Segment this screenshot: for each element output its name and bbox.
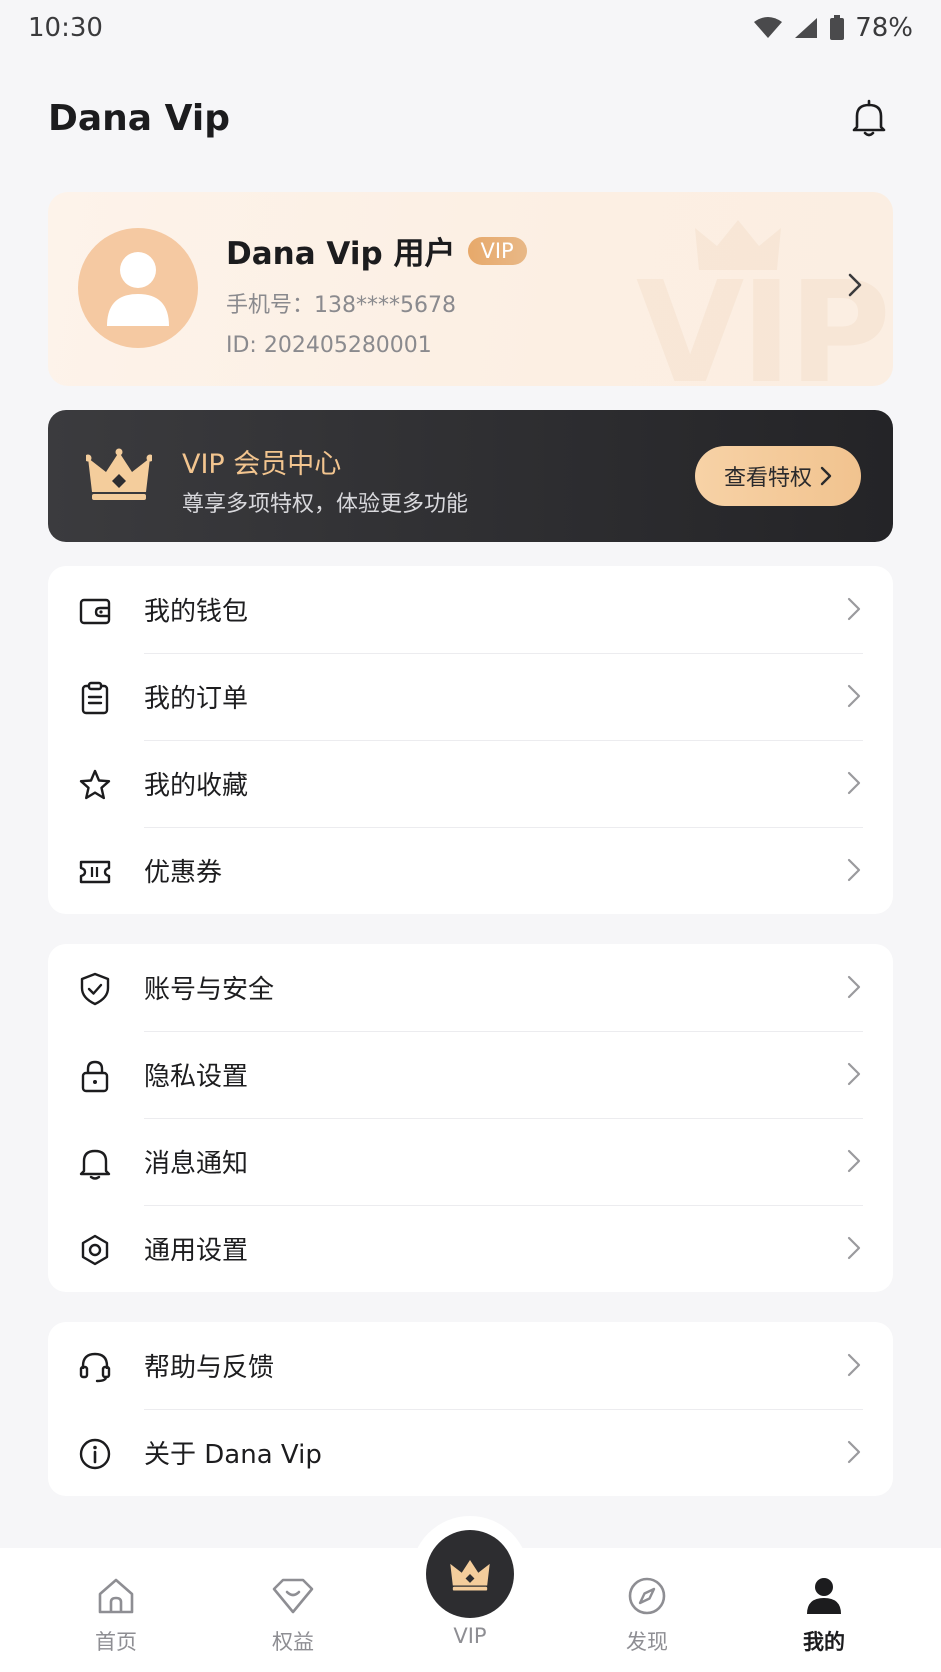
info-icon xyxy=(79,1438,111,1470)
battery-level: 78% xyxy=(855,13,913,43)
shield-icon xyxy=(80,972,110,1006)
chevron-right-icon xyxy=(847,1062,861,1086)
chevron-right-icon xyxy=(848,273,862,297)
chevron-right-icon xyxy=(847,1236,861,1260)
notification-button[interactable] xyxy=(845,94,893,142)
vip-banner-subtitle: 尊享多项特权，体验更多功能 xyxy=(182,492,469,517)
vip-badge: VIP xyxy=(467,236,527,265)
status-icons: 78% xyxy=(753,13,913,43)
gear-icon xyxy=(81,1234,109,1266)
crown-icon xyxy=(86,448,152,500)
lock-icon xyxy=(81,1060,109,1093)
tab-label-mine: 我的 xyxy=(803,1630,845,1654)
profile-name-row: Dana Vip 用户 VIP xyxy=(226,228,527,273)
view-privileges-button[interactable]: 查看特权 xyxy=(695,446,861,506)
compass-icon xyxy=(628,1577,666,1615)
signal-icon xyxy=(795,18,818,38)
menu-item-about[interactable]: 关于 Dana Vip xyxy=(48,1409,893,1496)
chevron-right-icon xyxy=(847,975,861,999)
menu-label-privacy: 隐私设置 xyxy=(144,1062,249,1092)
chevron-right-icon xyxy=(847,771,861,795)
menu-label-favorites: 我的收藏 xyxy=(144,771,249,801)
menu-label-account-security: 账号与安全 xyxy=(144,975,275,1005)
menu-item-coupons[interactable]: 优惠券 xyxy=(48,827,893,914)
menu-item-wallet[interactable]: 我的钱包 xyxy=(48,566,893,653)
menu-group-account: 我的钱包 我的订单 我的收藏 优惠券 xyxy=(48,566,893,914)
menu-item-account-security[interactable]: 账号与安全 xyxy=(48,944,893,1031)
chevron-right-icon xyxy=(847,858,861,882)
chevron-right-icon xyxy=(847,597,861,621)
battery-icon xyxy=(830,15,845,40)
bell-icon xyxy=(79,1149,111,1180)
wifi-icon xyxy=(754,17,783,38)
menu-label-wallet: 我的钱包 xyxy=(144,597,249,627)
chevron-right-icon xyxy=(847,1353,861,1377)
person-icon xyxy=(807,1578,841,1614)
chevron-right-icon xyxy=(820,466,832,486)
vip-banner[interactable]: VIP 会员中心 尊享多项特权，体验更多功能 查看特权 xyxy=(48,410,893,542)
page-title: Dana Vip xyxy=(48,97,230,139)
view-privileges-label: 查看特权 xyxy=(723,466,812,491)
coupon-icon xyxy=(79,860,111,884)
profile-id: ID: 202405280001 xyxy=(226,333,432,358)
tab-vip[interactable] xyxy=(426,1530,514,1618)
home-icon xyxy=(98,1578,134,1614)
status-bar: 10:30 78% xyxy=(0,0,941,56)
chevron-right-icon xyxy=(847,1440,861,1464)
menu-group-help: 帮助与反馈 关于 Dana Vip xyxy=(48,1322,893,1496)
menu-item-favorites[interactable]: 我的收藏 xyxy=(48,740,893,827)
avatar[interactable] xyxy=(78,228,198,348)
menu-label-coupons: 优惠券 xyxy=(144,858,223,888)
headset-icon xyxy=(79,1352,111,1383)
tab-discover[interactable]: 发现 xyxy=(587,1576,707,1664)
menu-group-settings: 账号与安全 隐私设置 消息通知 通用设置 xyxy=(48,944,893,1292)
menu-label-help-feedback: 帮助与反馈 xyxy=(144,1353,275,1383)
tab-home[interactable]: 首页 xyxy=(56,1576,176,1664)
profile-card[interactable]: VIP Dana Vip 用户 VIP 手机号：138****5678 ID: … xyxy=(48,192,893,386)
menu-item-privacy[interactable]: 隐私设置 xyxy=(48,1031,893,1118)
app-header: Dana Vip xyxy=(48,88,893,148)
diamond-icon xyxy=(272,1578,314,1614)
star-icon xyxy=(79,769,111,800)
bell-icon xyxy=(852,99,886,137)
vip-banner-title: VIP 会员中心 xyxy=(182,449,342,480)
tab-label-benefits: 权益 xyxy=(272,1630,314,1654)
menu-item-general-settings[interactable]: 通用设置 xyxy=(48,1205,893,1292)
profile-phone: 手机号：138****5678 xyxy=(226,293,456,318)
menu-item-help-feedback[interactable]: 帮助与反馈 xyxy=(48,1322,893,1409)
tab-label-vip: VIP xyxy=(453,1624,487,1648)
tab-mine[interactable]: 我的 xyxy=(764,1576,884,1664)
tab-label-discover: 发现 xyxy=(626,1630,668,1654)
tab-label-home: 首页 xyxy=(95,1630,137,1654)
order-icon xyxy=(81,681,109,715)
wallet-icon xyxy=(79,598,111,625)
profile-name: Dana Vip 用户 xyxy=(226,236,456,272)
menu-item-notifications[interactable]: 消息通知 xyxy=(48,1118,893,1205)
menu-label-notifications: 消息通知 xyxy=(144,1149,249,1179)
crown-icon xyxy=(450,1560,490,1591)
user-avatar-icon xyxy=(107,252,169,326)
menu-label-orders: 我的订单 xyxy=(144,684,249,714)
tab-benefits[interactable]: 权益 xyxy=(233,1576,353,1664)
chevron-right-icon xyxy=(847,1149,861,1173)
profile-info: Dana Vip 用户 VIP 手机号：138****5678 ID: 2024… xyxy=(226,228,527,358)
menu-label-general-settings: 通用设置 xyxy=(144,1236,249,1266)
menu-item-orders[interactable]: 我的订单 xyxy=(48,653,893,740)
status-time: 10:30 xyxy=(28,13,103,43)
menu-label-about: 关于 Dana Vip xyxy=(144,1440,322,1470)
chevron-right-icon xyxy=(847,684,861,708)
